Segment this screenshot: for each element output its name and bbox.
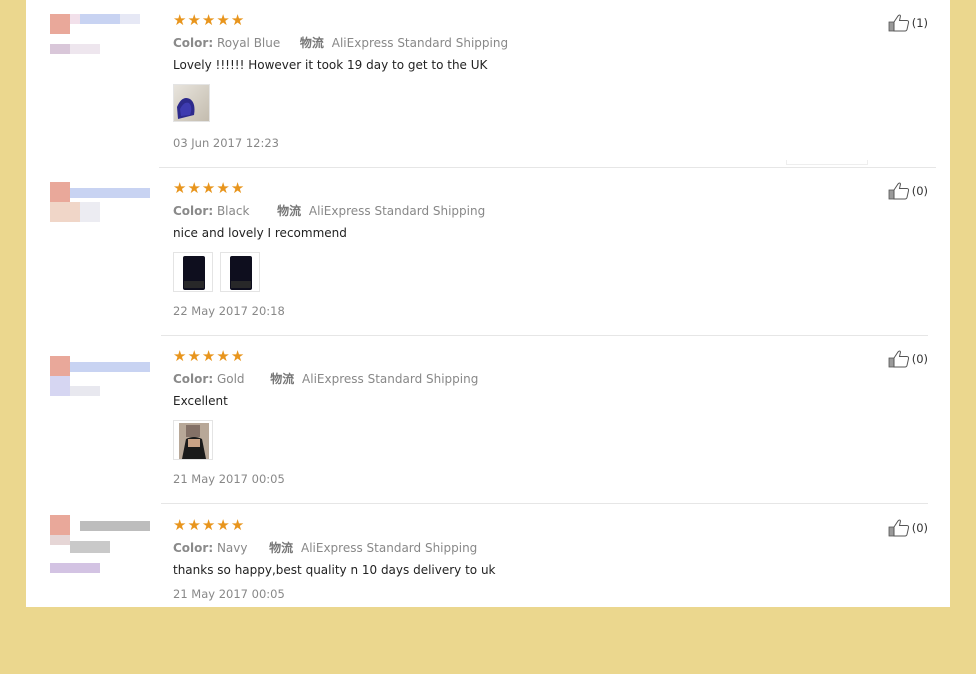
star-icon: ★: [173, 11, 187, 29]
color-label: Color:: [173, 204, 214, 218]
star-icon: ★: [216, 179, 230, 197]
thumbs-up-icon: [888, 14, 909, 32]
color-value: Royal Blue: [216, 36, 281, 50]
review-photos: [173, 420, 213, 460]
review-date: 21 May 2017 00:05: [173, 587, 285, 601]
review-meta: Color: Black 物流 AliExpress Standard Ship…: [173, 202, 485, 219]
shipping-label: 物流: [270, 372, 295, 386]
color-value: Navy: [216, 541, 248, 555]
review-date: 22 May 2017 20:18: [173, 304, 285, 318]
review-text: nice and lovely I recommend: [173, 226, 347, 240]
star-icon: ★: [230, 516, 245, 534]
star-icon: ★: [173, 516, 187, 534]
shipping-label: 物流: [277, 204, 302, 218]
star-icon: ★: [216, 347, 230, 365]
review-item: ★ ★ ★ ★ ★ Color: Royal Blue 物流 AliExpres…: [26, 0, 950, 168]
star-icon: ★: [216, 11, 230, 29]
star-icon: ★: [230, 179, 245, 197]
review-date: 03 Jun 2017 12:23: [173, 136, 279, 150]
review-text: Lovely !!!!!! However it took 19 day to …: [173, 58, 488, 72]
review-photo-thumbnail[interactable]: [173, 420, 213, 460]
star-rating: ★ ★ ★ ★ ★: [173, 517, 244, 533]
star-icon: ★: [230, 347, 245, 365]
thumbs-up-icon: [888, 350, 909, 368]
review-photos: [173, 84, 210, 122]
star-icon: ★: [187, 179, 201, 197]
review-meta: Color: Royal Blue 物流 AliExpress Standard…: [173, 34, 508, 51]
shipping-label: 物流: [269, 541, 294, 555]
review-meta: Color: Navy 物流 AliExpress Standard Shipp…: [173, 539, 477, 556]
reviews-panel: ★ ★ ★ ★ ★ Color: Royal Blue 物流 AliExpres…: [26, 0, 950, 607]
review-photo-thumbnail[interactable]: [220, 252, 260, 292]
review-text: Excellent: [173, 394, 228, 408]
helpful-button[interactable]: (0): [888, 182, 928, 200]
review-divider: [161, 503, 928, 504]
star-icon: ★: [230, 11, 245, 29]
review-photo-thumbnail[interactable]: [173, 84, 210, 122]
helpful-button[interactable]: (1): [888, 14, 928, 32]
color-value: Black: [216, 204, 250, 218]
avatar: [50, 515, 154, 575]
helpful-button[interactable]: (0): [888, 519, 928, 537]
review-text: thanks so happy,best quality n 10 days d…: [173, 563, 496, 577]
review-item: ★ ★ ★ ★ ★ Color: Black 物流 AliExpress Sta…: [26, 168, 950, 336]
helpful-count: (0): [911, 184, 928, 198]
thumbs-up-icon: [888, 519, 909, 537]
color-value: Gold: [216, 372, 245, 386]
helpful-count: (0): [911, 521, 928, 535]
star-rating: ★ ★ ★ ★ ★: [173, 348, 244, 364]
color-label: Color:: [173, 541, 214, 555]
review-item: ★ ★ ★ ★ ★ Color: Gold 物流 AliExpress Stan…: [26, 336, 950, 504]
star-icon: ★: [201, 11, 216, 29]
shipping-value: AliExpress Standard Shipping: [331, 36, 509, 50]
helpful-button[interactable]: (0): [888, 350, 928, 368]
avatar: [50, 14, 154, 74]
thumbs-up-icon: [888, 182, 909, 200]
review-item: ★ ★ ★ ★ ★ Color: Navy 物流 AliExpress Stan…: [26, 505, 950, 607]
review-date: 21 May 2017 00:05: [173, 472, 285, 486]
helpful-count: (1): [911, 16, 928, 30]
helpful-count: (0): [911, 352, 928, 366]
star-rating: ★ ★ ★ ★ ★: [173, 180, 244, 196]
review-photos: [173, 252, 260, 292]
divider-shadow: [786, 160, 868, 165]
avatar: [50, 350, 154, 410]
star-icon: ★: [201, 516, 216, 534]
star-icon: ★: [201, 179, 216, 197]
shipping-label: 物流: [299, 36, 324, 50]
shipping-value: AliExpress Standard Shipping: [301, 541, 478, 555]
star-icon: ★: [173, 179, 187, 197]
shipping-value: AliExpress Standard Shipping: [302, 372, 479, 386]
star-icon: ★: [187, 11, 201, 29]
star-icon: ★: [173, 347, 187, 365]
color-label: Color:: [173, 36, 214, 50]
review-photo-thumbnail[interactable]: [173, 252, 213, 292]
star-icon: ★: [201, 347, 216, 365]
star-icon: ★: [187, 347, 201, 365]
star-icon: ★: [187, 516, 201, 534]
star-icon: ★: [216, 516, 230, 534]
shipping-value: AliExpress Standard Shipping: [308, 204, 486, 218]
avatar: [50, 182, 154, 242]
review-meta: Color: Gold 物流 AliExpress Standard Shipp…: [173, 370, 478, 387]
star-rating: ★ ★ ★ ★ ★: [173, 12, 244, 28]
color-label: Color:: [173, 372, 214, 386]
